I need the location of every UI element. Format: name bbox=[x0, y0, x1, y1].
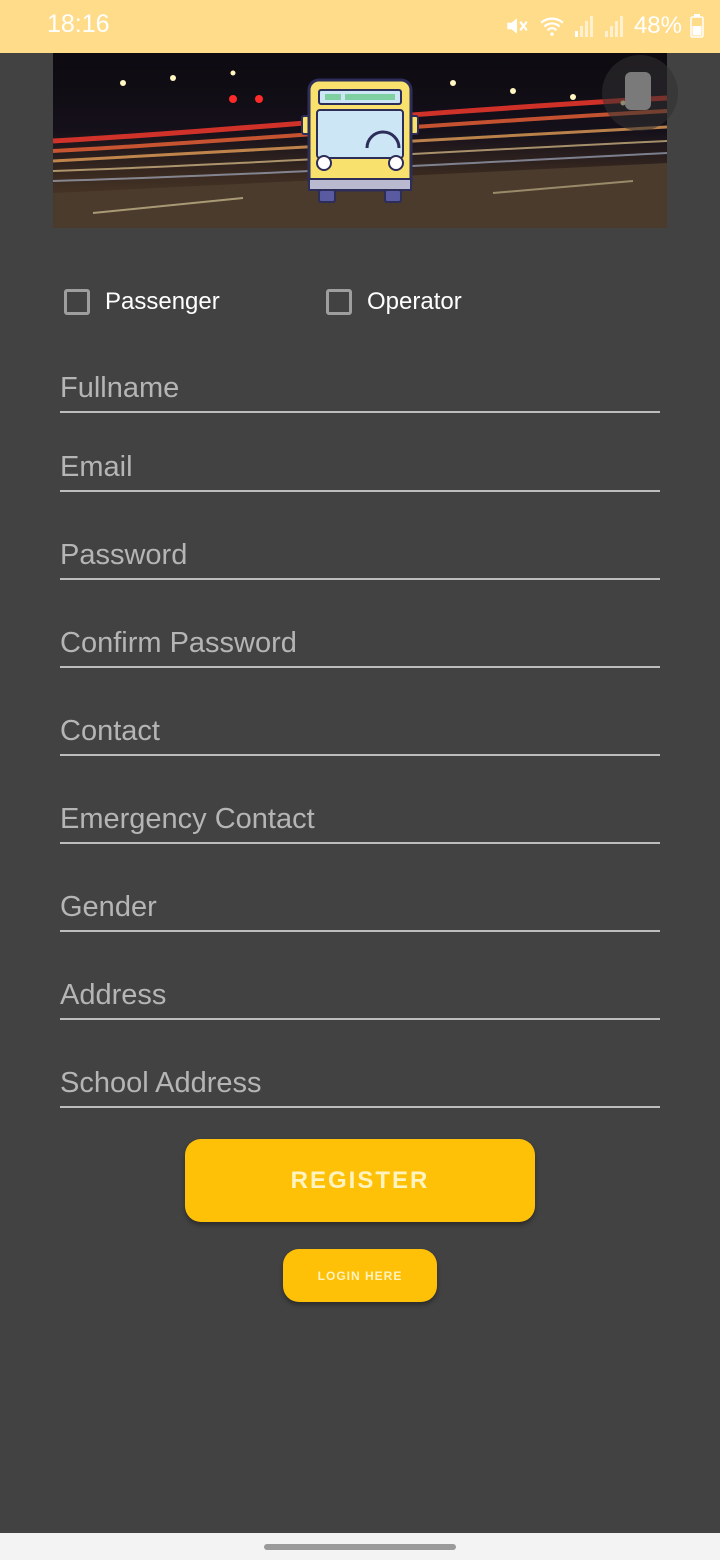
bus-icon bbox=[301, 78, 419, 203]
passenger-option[interactable]: Passenger bbox=[64, 288, 220, 316]
school-address-field bbox=[60, 1056, 660, 1108]
status-time: 18:16 bbox=[47, 10, 110, 38]
battery-icon bbox=[690, 14, 704, 38]
status-icons: 48% bbox=[504, 8, 704, 44]
login-here-button[interactable]: LOGIN HERE bbox=[283, 1249, 437, 1302]
passenger-checkbox[interactable] bbox=[64, 289, 90, 315]
password-field bbox=[60, 528, 660, 580]
emergency-contact-field bbox=[60, 792, 660, 844]
status-bar: 18:16 48% bbox=[0, 0, 720, 53]
password-input[interactable] bbox=[60, 539, 660, 572]
gender-field bbox=[60, 880, 660, 932]
wifi-icon bbox=[540, 17, 564, 36]
fullname-input[interactable] bbox=[60, 372, 660, 405]
confirm-password-input[interactable] bbox=[60, 627, 660, 660]
operator-label: Operator bbox=[367, 288, 462, 315]
address-field bbox=[60, 968, 660, 1020]
operator-checkbox[interactable] bbox=[326, 289, 352, 315]
emergency-contact-input[interactable] bbox=[60, 803, 660, 836]
contact-input[interactable] bbox=[60, 715, 660, 748]
mute-icon bbox=[507, 18, 528, 34]
address-input[interactable] bbox=[60, 979, 660, 1012]
contact-field bbox=[60, 704, 660, 756]
email-input[interactable] bbox=[60, 451, 660, 484]
battery-percentage: 48% bbox=[633, 12, 682, 39]
confirm-password-field bbox=[60, 616, 660, 668]
signal-icon bbox=[574, 16, 593, 37]
floating-overlay-button[interactable] bbox=[602, 55, 678, 131]
home-gesture-handle[interactable] bbox=[264, 1544, 456, 1550]
signal-icon bbox=[604, 16, 623, 37]
role-selector: Passenger Operator bbox=[64, 288, 664, 328]
navigation-bar bbox=[0, 1533, 720, 1560]
fullname-field bbox=[60, 361, 660, 413]
phone-icon bbox=[625, 72, 651, 110]
email-field bbox=[60, 440, 660, 492]
night-traffic-illustration bbox=[53, 70, 667, 228]
passenger-label: Passenger bbox=[105, 288, 220, 315]
school-address-input[interactable] bbox=[60, 1067, 660, 1100]
register-button[interactable]: REGISTER bbox=[185, 1139, 535, 1222]
operator-option[interactable]: Operator bbox=[326, 288, 462, 316]
header-banner-image bbox=[53, 53, 667, 228]
gender-input[interactable] bbox=[60, 891, 660, 924]
